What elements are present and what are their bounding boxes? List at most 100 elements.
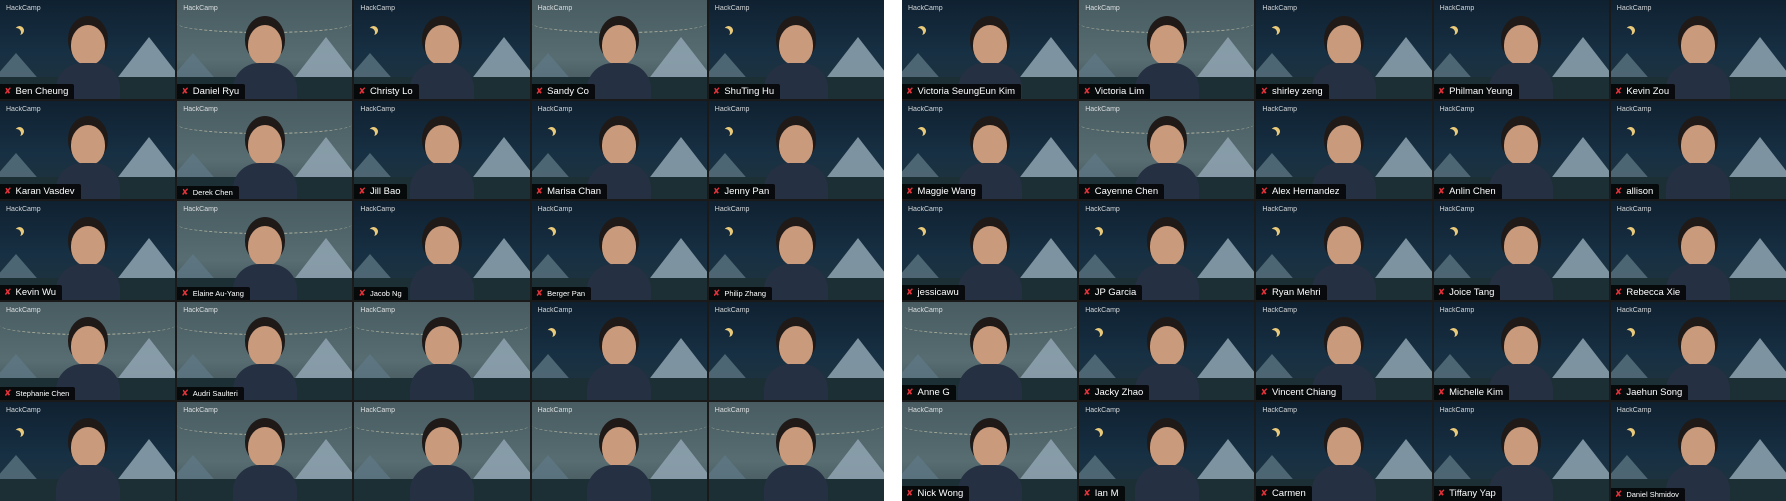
participant-tile[interactable]: HackCamp ✘ Anne G	[902, 301, 1078, 401]
muted-mic-icon: ✘	[1437, 487, 1446, 498]
participant-tile[interactable]: HackCamp ✘ Kevin Wu	[0, 201, 176, 300]
participant-tile[interactable]: HackCamp ✘ Victoria SeungEun Kim	[902, 0, 1078, 99]
participant-head	[1326, 426, 1361, 467]
participant-head	[1326, 225, 1361, 266]
muted-mic-icon: ✘	[906, 286, 914, 297]
participant-tile[interactable]: HackCamp ✘ shirley zeng	[1256, 0, 1432, 99]
participant-tile[interactable]: HackCamp ✘ Jaehun Song	[1610, 301, 1786, 401]
muted-mic-icon: ✘	[181, 388, 189, 399]
participant-tile[interactable]: HackCamp ✘ Anlin Chen	[1433, 100, 1609, 200]
participant-tile[interactable]: HackCamp ✘ Ryan Mehri	[1256, 201, 1432, 300]
brand-logo: HackCamp	[537, 306, 573, 314]
moon-icon	[12, 129, 21, 138]
muted-mic-icon: ✘	[1260, 85, 1268, 96]
participant-tile[interactable]: HackCamp ✘ Christy Lo	[354, 0, 530, 99]
participant-tile[interactable]: HackCamp ✘ Elaine Au-Yang	[177, 201, 353, 300]
participant-tile[interactable]: HackCamp	[354, 301, 530, 401]
mountain-backdrop	[115, 137, 176, 182]
participant-tile[interactable]: HackCamp ✘ Derek Chen	[177, 100, 353, 200]
muted-mic-icon: ✘	[358, 85, 366, 96]
participant-head	[602, 24, 637, 65]
participant-tile[interactable]: HackCamp ✘ Audri Saulteri	[177, 301, 353, 401]
mountain-backdrop	[292, 438, 353, 483]
mountain-backdrop	[115, 36, 176, 81]
participant-nameplate: ✘ Jill Bao	[354, 184, 407, 200]
mountain-backdrop	[646, 338, 707, 383]
participant-tile[interactable]: HackCamp ✘ jessicawu	[902, 201, 1078, 300]
mountain-backdrop	[292, 36, 353, 81]
participant-tile[interactable]: HackCamp ✘ Kevin Zou	[1610, 0, 1786, 99]
participant-tile[interactable]: HackCamp ✘ Jacob Ng	[354, 201, 530, 300]
mountain-backdrop	[469, 36, 530, 81]
participant-nameplate: ✘ jessicawu	[902, 284, 965, 300]
participant-tile[interactable]: HackCamp	[0, 402, 176, 501]
participant-tile[interactable]: HackCamp ✘ Michelle Kim	[1433, 301, 1609, 401]
participant-tile[interactable]: HackCamp ✘ Philip Zhang	[708, 201, 884, 300]
brand-logo: HackCamp	[908, 5, 943, 12]
moon-icon	[721, 330, 730, 339]
participant-nameplate: ✘ Marisa Chan	[531, 184, 607, 200]
participant-tile[interactable]: HackCamp ✘ Berger Pan	[531, 201, 707, 300]
participant-body	[764, 263, 829, 300]
brand-logo: HackCamp	[1439, 306, 1475, 314]
participant-tile[interactable]: HackCamp ✘ Daniel Ryu	[177, 0, 353, 99]
participant-tile[interactable]: HackCamp ✘ Nick Wong	[902, 402, 1078, 501]
participant-tile[interactable]: HackCamp	[177, 402, 353, 501]
participant-tile[interactable]: HackCamp ✘ allison	[1610, 100, 1786, 200]
participant-tile[interactable]: HackCamp	[708, 402, 884, 501]
participant-tile[interactable]: HackCamp ✘ Ian M	[1079, 402, 1255, 501]
participant-name: Karan Vasdev	[15, 186, 75, 198]
brand-logo: HackCamp	[1085, 5, 1120, 12]
moon-icon	[1268, 330, 1277, 339]
mountain-backdrop	[823, 338, 884, 383]
participant-tile[interactable]: HackCamp ✘ Stephanie Chen	[0, 301, 176, 401]
participant-tile[interactable]: HackCamp ✘ Sandy Co	[531, 0, 707, 99]
participant-tile[interactable]: HackCamp	[354, 402, 530, 501]
participant-tile[interactable]: HackCamp	[531, 301, 707, 401]
participant-name: Victoria Lim	[1094, 85, 1145, 97]
mountain-backdrop	[1725, 338, 1786, 383]
participant-tile[interactable]: HackCamp ✘ JP Garcia	[1079, 201, 1255, 300]
participant-tile[interactable]: HackCamp ✘ Tiffany Yap	[1433, 402, 1609, 501]
participant-nameplate: ✘ Carmen	[1256, 485, 1312, 501]
participant-nameplate: ✘ Kevin Zou	[1610, 83, 1676, 99]
participant-tile[interactable]: HackCamp ✘ Daniel Shmidov	[1610, 402, 1786, 501]
participant-tile[interactable]: HackCamp	[531, 402, 707, 501]
mountain-backdrop	[1017, 36, 1078, 81]
participant-tile[interactable]: HackCamp ✘ ShuTing Hu	[708, 0, 884, 99]
participant-tile[interactable]: HackCamp	[708, 301, 884, 401]
participant-tile[interactable]: HackCamp ✘ Jill Bao	[354, 100, 530, 200]
participant-nameplate: ✘ Philman Yeung	[1433, 83, 1519, 99]
mountain-backdrop	[469, 338, 530, 383]
participant-tile[interactable]: HackCamp ✘ Marisa Chan	[531, 100, 707, 200]
brand-logo: HackCamp	[183, 5, 218, 12]
brand-logo: HackCamp	[183, 306, 218, 314]
muted-mic-icon: ✘	[1083, 286, 1091, 297]
participant-tile[interactable]: HackCamp ✘ Jacky Zhao	[1079, 301, 1255, 401]
participant-nameplate: ✘ Rebecca Xie	[1610, 284, 1687, 300]
brand-logo: HackCamp	[908, 206, 943, 214]
mountain-backdrop	[646, 36, 707, 81]
participant-tile[interactable]: HackCamp ✘ Maggie Wang	[902, 100, 1078, 200]
participant-head	[1504, 426, 1539, 467]
participant-name: Stephanie Chen	[15, 389, 70, 399]
participant-body	[1311, 464, 1376, 501]
participant-tile[interactable]: HackCamp ✘ Cayenne Chen	[1079, 100, 1255, 200]
participant-nameplate: ✘ Philip Zhang	[708, 286, 773, 300]
participant-head	[1149, 125, 1184, 166]
participant-tile[interactable]: HackCamp ✘ Philman Yeung	[1433, 0, 1609, 99]
participant-tile[interactable]: HackCamp ✘ Jenny Pan	[708, 100, 884, 200]
participant-name: Nick Wong	[917, 487, 964, 499]
participant-tile[interactable]: HackCamp ✘ Ben Cheung	[0, 0, 176, 99]
participant-tile[interactable]: HackCamp ✘ Karan Vasdev	[0, 100, 176, 200]
participant-tile[interactable]: HackCamp ✘ Joice Tang	[1433, 201, 1609, 300]
participant-tile[interactable]: HackCamp ✘ Carmen	[1256, 402, 1432, 501]
participant-tile[interactable]: HackCamp ✘ Vincent Chiang	[1256, 301, 1432, 401]
participant-name: Jaehun Song	[1626, 387, 1683, 399]
participant-head	[1681, 24, 1716, 65]
participant-tile[interactable]: HackCamp ✘ Victoria Lim	[1079, 0, 1255, 99]
participant-tile[interactable]: HackCamp ✘ Alex Hernandez	[1256, 100, 1432, 200]
participant-head	[70, 225, 105, 266]
participant-tile[interactable]: HackCamp ✘ Rebecca Xie	[1610, 201, 1786, 300]
mountain-backdrop	[1725, 36, 1786, 81]
